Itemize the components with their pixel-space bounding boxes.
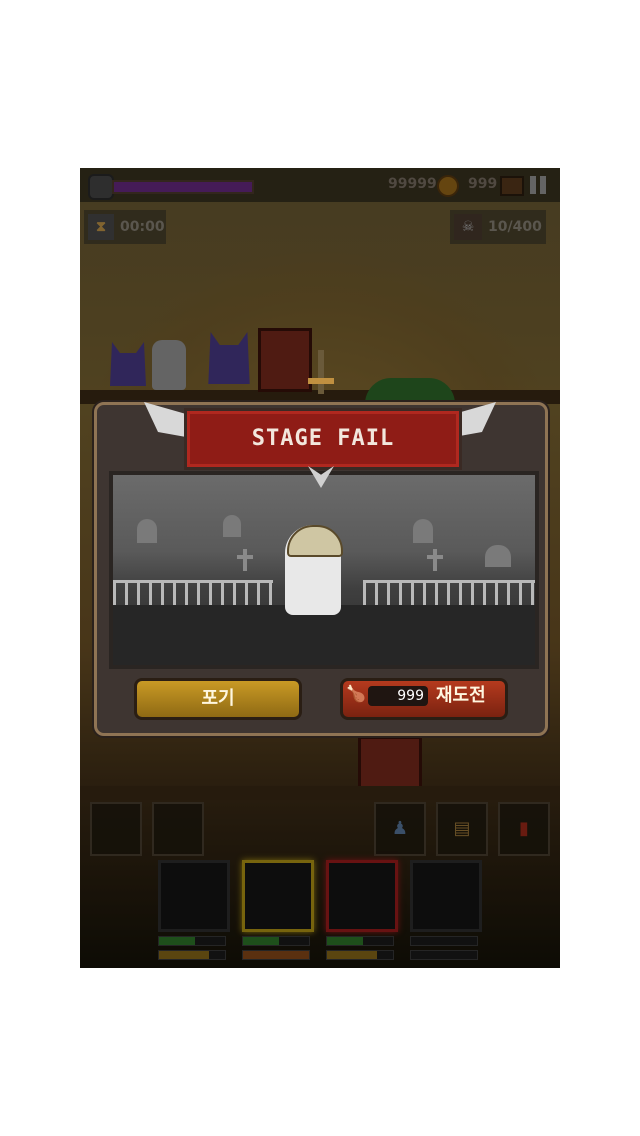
fence [363,580,535,605]
retry-label: 재도전 [436,685,486,706]
drumstick-icon: 🍗 [346,684,366,703]
sword-icon [308,350,334,408]
stage-fail-banner: STAGE FAIL [184,408,462,470]
grave-cross [237,549,253,571]
tombstone [413,519,433,543]
give-up-button[interactable]: 포기 [134,678,302,720]
ghost-helmet [287,525,343,557]
tombstone [137,519,157,543]
tombstone [485,545,511,567]
give-up-label: 포기 [201,688,235,709]
ghost-hero [285,525,343,615]
grave-cross [427,549,443,571]
retry-cost: 999 [368,686,428,706]
fence [113,580,273,605]
dialog-title: STAGE FAIL [251,426,395,451]
graveyard-scene [109,471,539,669]
tombstone [223,515,241,537]
